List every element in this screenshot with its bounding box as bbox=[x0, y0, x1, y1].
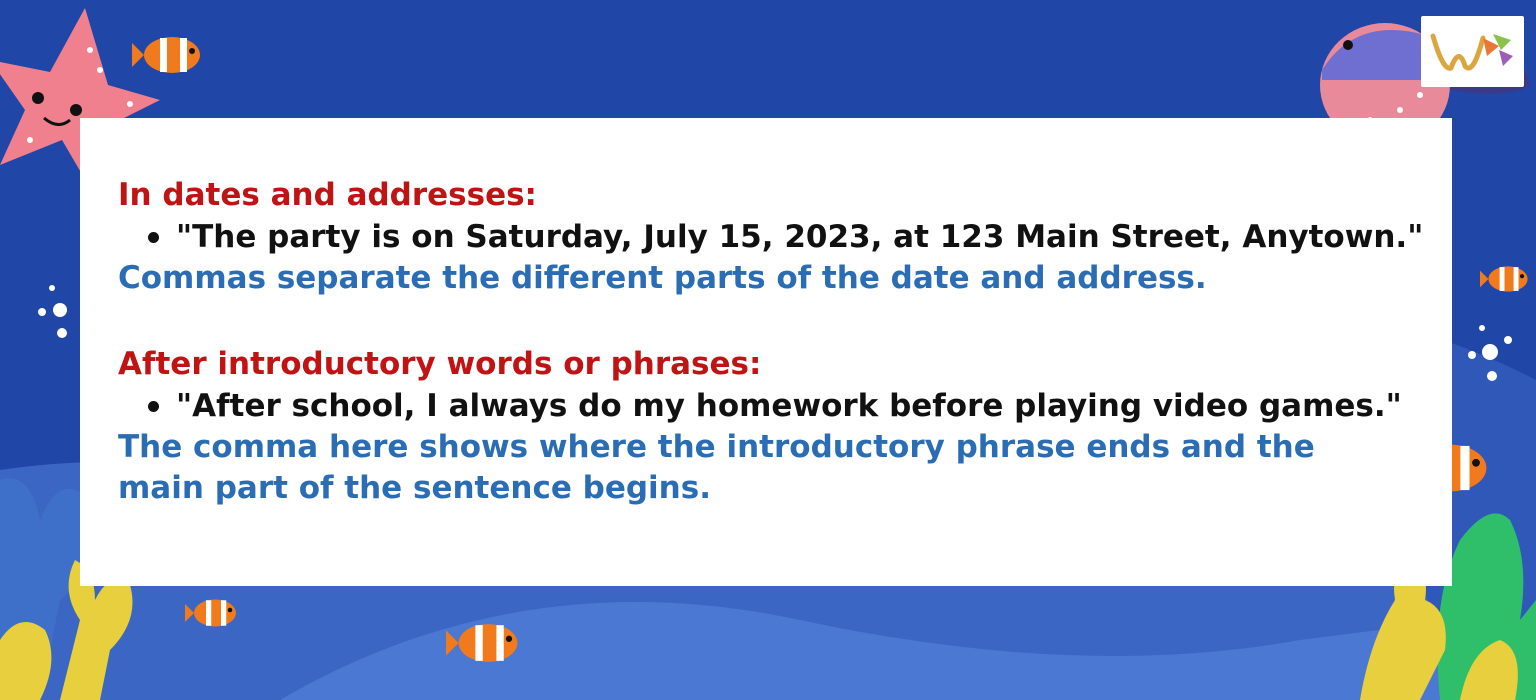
explanation-text: Commas separate the different parts of t… bbox=[118, 260, 1207, 296]
example-list: "After school, I always do my homework b… bbox=[118, 386, 1438, 427]
example-text: "The party is on Saturday, July 15, 2023… bbox=[176, 219, 1424, 255]
bullet-icon bbox=[148, 401, 159, 412]
list-item: "The party is on Saturday, July 15, 2023… bbox=[118, 217, 1438, 258]
section-heading: After introductory words or phrases: bbox=[118, 346, 762, 382]
list-item: "After school, I always do my homework b… bbox=[118, 386, 1438, 427]
content-area: In dates and addresses: "The party is on… bbox=[118, 174, 1438, 509]
example-list: "The party is on Saturday, July 15, 2023… bbox=[118, 217, 1438, 258]
example-text: "After school, I always do my homework b… bbox=[176, 388, 1402, 424]
explanation-text: The comma here shows where the introduct… bbox=[118, 429, 1315, 506]
bullet-icon bbox=[148, 232, 159, 243]
section-heading: In dates and addresses: bbox=[118, 177, 537, 213]
logo-icon bbox=[1421, 16, 1524, 87]
